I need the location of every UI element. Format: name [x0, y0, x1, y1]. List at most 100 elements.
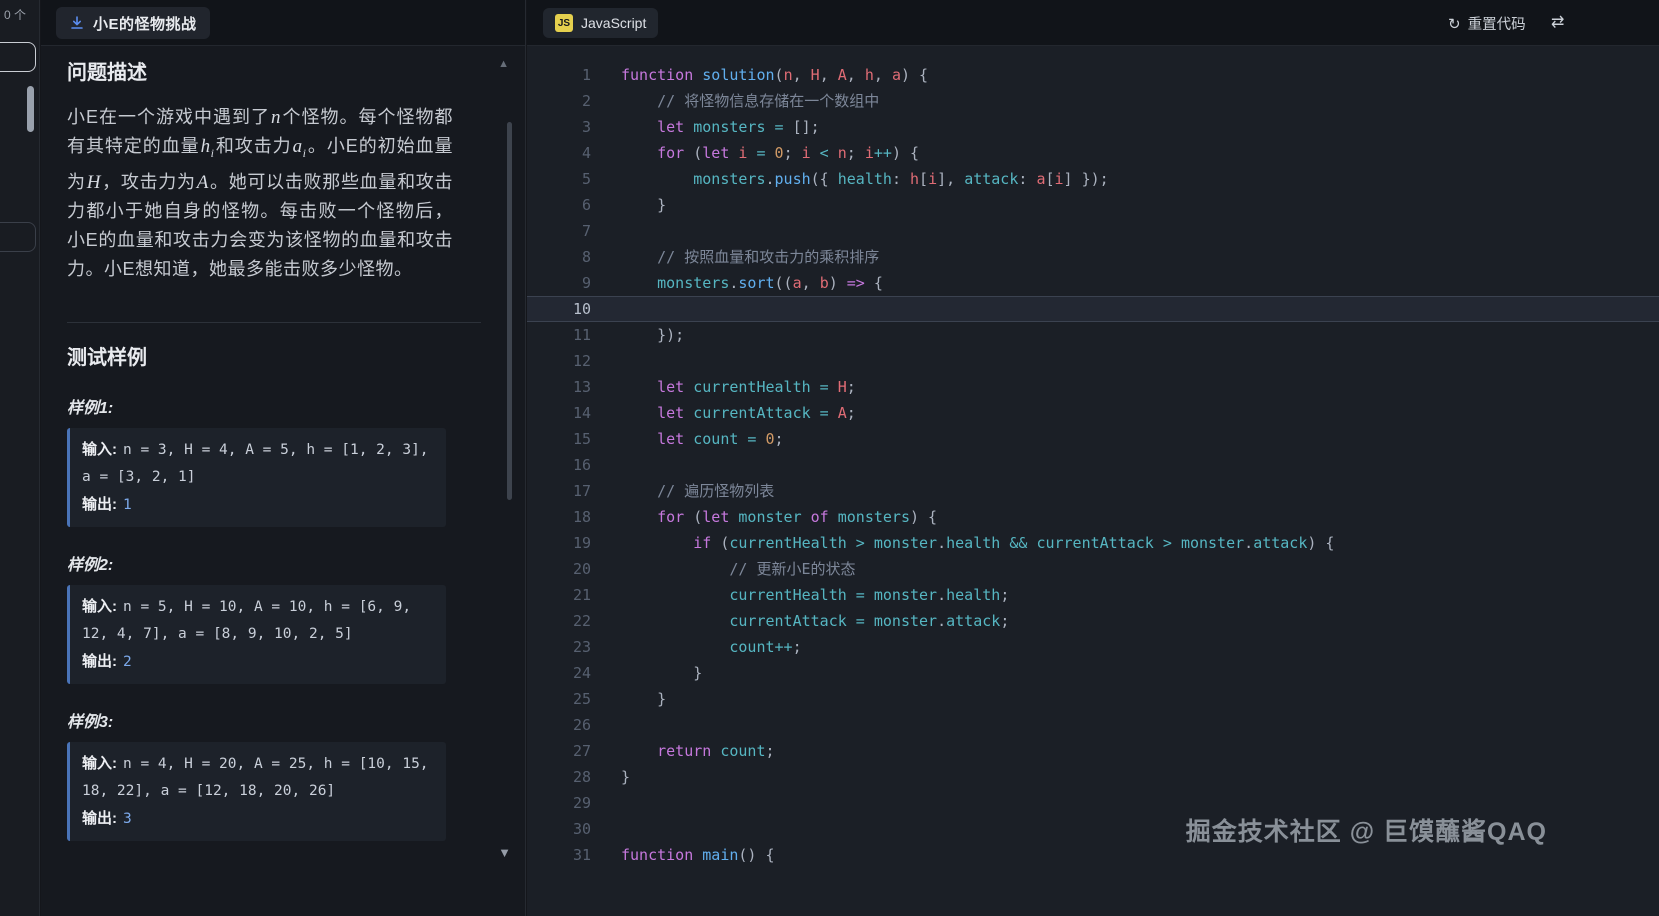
code-line-25[interactable]: 25 } — [527, 686, 1659, 712]
output-label: 输出: — [82, 496, 117, 513]
line-number: 7 — [527, 218, 591, 244]
line-number: 12 — [527, 348, 591, 374]
editor-header: JS JavaScript ↻ 重置代码 ⇄ — [527, 0, 1659, 46]
code-line-16[interactable]: 16 — [527, 452, 1659, 478]
section-title-description: 问题描述 — [67, 56, 481, 85]
swap-icon[interactable]: ⇄ — [1551, 12, 1564, 32]
code-line-5[interactable]: 5 monsters.push({ health: h[i], attack: … — [527, 166, 1659, 192]
code-line-13[interactable]: 13 let currentHealth = H; — [527, 374, 1659, 400]
code-text: // 更新小E的状态 — [591, 556, 856, 582]
input-value: n = 5, H = 10, A = 10, h = [6, 9, 12, 4,… — [82, 599, 411, 642]
strip-scrollbar-thumb[interactable] — [27, 86, 34, 132]
code-text: let currentAttack = A; — [591, 400, 856, 426]
code-text: monsters.push({ health: h[i], attack: a[… — [591, 166, 1109, 192]
example-2-heading: 样例2: — [67, 551, 481, 575]
reset-code-button[interactable]: ↻ 重置代码 — [1448, 13, 1526, 34]
javascript-icon: JS — [555, 14, 573, 32]
example-2-input: 输入:n = 5, H = 10, A = 10, h = [6, 9, 12,… — [82, 593, 434, 648]
code-text: if (currentHealth > monster.health && cu… — [591, 530, 1334, 556]
code-text: // 按照血量和攻击力的乘积排序 — [591, 244, 879, 270]
input-label: 输入: — [82, 598, 117, 615]
code-text: let monsters = []; — [591, 114, 820, 140]
reset-code-label: 重置代码 — [1468, 13, 1526, 34]
code-line-24[interactable]: 24 } — [527, 660, 1659, 686]
input-label: 输入: — [82, 441, 117, 458]
code-line-21[interactable]: 21 currentHealth = monster.health; — [527, 582, 1659, 608]
code-line-1[interactable]: 1function solution(n, H, A, h, a) { — [527, 62, 1659, 88]
example-2-output: 输出:2 — [82, 648, 434, 676]
example-1-output: 输出:1 — [82, 491, 434, 519]
code-line-28[interactable]: 28} — [527, 764, 1659, 790]
code-line-8[interactable]: 8 // 按照血量和攻击力的乘积排序 — [527, 244, 1659, 270]
code-line-19[interactable]: 19 if (currentHealth > monster.health &&… — [527, 530, 1659, 556]
code-line-27[interactable]: 27 return count; — [527, 738, 1659, 764]
code-text: }); — [591, 322, 684, 348]
collapsed-tab-secondary[interactable] — [0, 222, 36, 252]
watermark: 掘金技术社区 @ 巨馍蘸酱QAQ — [1186, 812, 1547, 848]
math-variable: A — [196, 172, 210, 193]
code-line-2[interactable]: 2 // 将怪物信息存储在一个数组中 — [527, 88, 1659, 114]
code-editor[interactable]: 1function solution(n, H, A, h, a) {2 // … — [527, 46, 1659, 916]
code-text — [591, 218, 621, 244]
code-line-4[interactable]: 4 for (let i = 0; i < n; i++) { — [527, 140, 1659, 166]
problem-description: 小E在一个游戏中遇到了n个怪物。每个怪物都有其特定的血量hi和攻击力ai。小E的… — [67, 103, 453, 284]
language-label: JavaScript — [581, 15, 646, 31]
line-number: 8 — [527, 244, 591, 270]
scroll-up-icon[interactable]: ▲ — [498, 58, 509, 70]
code-line-18[interactable]: 18 for (let monster of monsters) { — [527, 504, 1659, 530]
line-number: 30 — [527, 816, 591, 842]
line-number: 20 — [527, 556, 591, 582]
example-3-input: 输入:n = 4, H = 20, A = 25, h = [10, 15, 1… — [82, 750, 434, 805]
code-line-11[interactable]: 11 }); — [527, 322, 1659, 348]
code-line-14[interactable]: 14 let currentAttack = A; — [527, 400, 1659, 426]
code-text — [591, 348, 621, 374]
editor-panel: JS JavaScript ↻ 重置代码 ⇄ 1function solutio… — [527, 0, 1659, 916]
output-label: 输出: — [82, 810, 117, 827]
code-line-9[interactable]: 9 monsters.sort((a, b) => { — [527, 270, 1659, 296]
code-line-3[interactable]: 3 let monsters = []; — [527, 114, 1659, 140]
line-number: 21 — [527, 582, 591, 608]
example-2-block: 输入:n = 5, H = 10, A = 10, h = [6, 9, 12,… — [67, 585, 446, 684]
language-tab-javascript[interactable]: JS JavaScript — [543, 8, 658, 38]
code-line-26[interactable]: 26 — [527, 712, 1659, 738]
code-line-22[interactable]: 22 currentAttack = monster.attack; — [527, 608, 1659, 634]
code-text — [591, 712, 621, 738]
line-number: 18 — [527, 504, 591, 530]
math-variable: n — [270, 107, 282, 128]
line-number: 14 — [527, 400, 591, 426]
code-line-17[interactable]: 17 // 遍历怪物列表 — [527, 478, 1659, 504]
code-text: // 遍历怪物列表 — [591, 478, 774, 504]
code-line-12[interactable]: 12 — [527, 348, 1659, 374]
code-line-20[interactable]: 20 // 更新小E的状态 — [527, 556, 1659, 582]
code-text — [591, 790, 621, 816]
code-text: for (let monster of monsters) { — [591, 504, 937, 530]
example-1-block: 输入:n = 3, H = 4, A = 5, h = [1, 2, 3], a… — [67, 428, 446, 527]
code-line-10[interactable]: 10 — [527, 296, 1659, 322]
collapsed-tab[interactable] — [0, 42, 36, 72]
problem-scrollbar-thumb[interactable] — [507, 122, 512, 500]
line-number: 3 — [527, 114, 591, 140]
line-number: 29 — [527, 790, 591, 816]
code-text: currentAttack = monster.attack; — [591, 608, 1009, 634]
problem-title-tab[interactable]: 小E的怪物挑战 — [56, 7, 210, 39]
code-line-7[interactable]: 7 — [527, 218, 1659, 244]
code-text: for (let i = 0; i < n; i++) { — [591, 140, 919, 166]
math-variable: ai — [292, 136, 308, 157]
code-line-6[interactable]: 6 } — [527, 192, 1659, 218]
line-number: 15 — [527, 426, 591, 452]
scroll-down-icon[interactable]: ▼ — [498, 845, 511, 860]
example-3-block: 输入:n = 4, H = 20, A = 25, h = [10, 15, 1… — [67, 742, 446, 841]
line-number: 23 — [527, 634, 591, 660]
line-number: 25 — [527, 686, 591, 712]
line-number: 2 — [527, 88, 591, 114]
code-line-15[interactable]: 15 let count = 0; — [527, 426, 1659, 452]
example-3-output: 输出:3 — [82, 805, 434, 833]
output-label: 输出: — [82, 653, 117, 670]
problem-title: 小E的怪物挑战 — [93, 13, 197, 34]
line-number: 27 — [527, 738, 591, 764]
line-number: 19 — [527, 530, 591, 556]
code-text: function main() { — [591, 842, 775, 868]
input-value: n = 4, H = 20, A = 25, h = [10, 15, 18, … — [82, 756, 429, 799]
line-number: 22 — [527, 608, 591, 634]
code-line-23[interactable]: 23 count++; — [527, 634, 1659, 660]
